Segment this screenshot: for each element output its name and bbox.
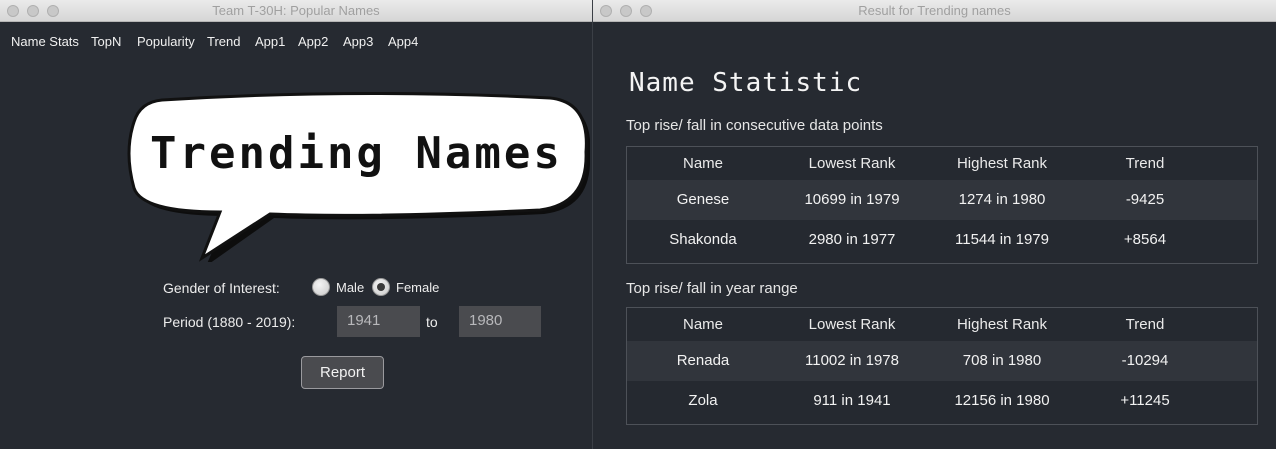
gender-female-label[interactable]: Female	[396, 280, 439, 295]
cell-trend: -10294	[1121, 352, 1169, 369]
period-end-field[interactable]: 1980	[459, 306, 541, 337]
cell-highest-rank: 708 in 1980	[962, 352, 1042, 369]
result-window: Result for Trending names Name Statistic…	[592, 0, 1276, 449]
column-header-trend[interactable]: Trend	[1089, 144, 1201, 184]
table-row[interactable]: Shakonda 2980 in 1977 11544 in 1979 +856…	[627, 220, 1257, 260]
consecutive-section-label: Top rise/ fall in consecutive data point…	[626, 117, 883, 134]
cell-name: Renada	[676, 352, 730, 369]
cell-highest-rank: 1274 in 1980	[958, 191, 1046, 208]
column-header-lowest-rank[interactable]: Lowest Rank	[777, 305, 927, 345]
table-row[interactable]: Genese 10699 in 1979 1274 in 1980 -9425	[627, 180, 1257, 220]
cell-highest-rank: 12156 in 1980	[954, 392, 1050, 409]
period-label: Period (1880 - 2019):	[163, 314, 296, 330]
menu-topn[interactable]: TopN	[91, 34, 121, 49]
menu-bar: Name Stats TopN Popularity Trend App1 Ap…	[0, 22, 592, 60]
period-to-label: to	[426, 314, 438, 330]
cell-trend: -9425	[1125, 191, 1165, 208]
main-window: Team T-30H: Popular Names Name Stats Top…	[0, 0, 592, 449]
table-header-row: Name Lowest Rank Highest Rank Trend	[627, 144, 1257, 184]
cell-lowest-rank: 2980 in 1977	[808, 231, 896, 248]
year-range-section-label: Top rise/ fall in year range	[626, 280, 798, 297]
column-header-trend[interactable]: Trend	[1089, 305, 1201, 345]
banner-title: Trending Names	[150, 128, 563, 179]
result-window-title: Result for Trending names	[858, 3, 1011, 18]
report-button[interactable]: Report	[301, 356, 384, 389]
stat-heading: Name Statistic	[629, 68, 863, 98]
menu-trend[interactable]: Trend	[207, 34, 240, 49]
main-window-title: Team T-30H: Popular Names	[212, 3, 380, 18]
main-window-titlebar[interactable]: Team T-30H: Popular Names	[0, 0, 592, 22]
gender-label: Gender of Interest:	[163, 280, 280, 296]
column-header-lowest-rank[interactable]: Lowest Rank	[777, 144, 927, 184]
column-header-name[interactable]: Name	[647, 144, 759, 184]
cell-lowest-rank: 911 in 1941	[813, 392, 891, 409]
menu-app1[interactable]: App1	[255, 34, 285, 49]
column-header-highest-rank[interactable]: Highest Rank	[927, 305, 1077, 345]
menu-app3[interactable]: App3	[343, 34, 373, 49]
consecutive-table: Name Lowest Rank Highest Rank Trend Gene…	[626, 146, 1258, 264]
menu-name-stats[interactable]: Name Stats	[11, 34, 79, 49]
column-header-name[interactable]: Name	[647, 305, 759, 345]
menu-app4[interactable]: App4	[388, 34, 418, 49]
gender-male-radio[interactable]	[312, 278, 330, 296]
cell-name: Genese	[676, 191, 730, 208]
result-window-titlebar[interactable]: Result for Trending names	[593, 0, 1276, 22]
cell-lowest-rank: 11002 in 1978	[805, 352, 899, 369]
table-header-row: Name Lowest Rank Highest Rank Trend	[627, 305, 1257, 345]
table-row[interactable]: Zola 911 in 1941 12156 in 1980 +11245	[627, 381, 1257, 421]
table-row[interactable]: Renada 11002 in 1978 708 in 1980 -10294	[627, 341, 1257, 381]
period-start-field[interactable]: 1941	[337, 306, 420, 337]
gender-male-label[interactable]: Male	[336, 280, 364, 295]
column-header-highest-rank[interactable]: Highest Rank	[927, 144, 1077, 184]
cell-trend: +8564	[1123, 231, 1167, 248]
gender-female-radio[interactable]	[372, 278, 390, 296]
cell-name: Shakonda	[669, 231, 737, 248]
cell-name: Zola	[688, 392, 718, 409]
menu-popularity[interactable]: Popularity	[137, 34, 195, 49]
year-range-table: Name Lowest Rank Highest Rank Trend Rena…	[626, 307, 1258, 425]
menu-app2[interactable]: App2	[298, 34, 328, 49]
cell-lowest-rank: 10699 in 1979	[804, 191, 900, 208]
cell-highest-rank: 11544 in 1979	[955, 231, 1049, 248]
cell-trend: +11245	[1120, 392, 1170, 409]
